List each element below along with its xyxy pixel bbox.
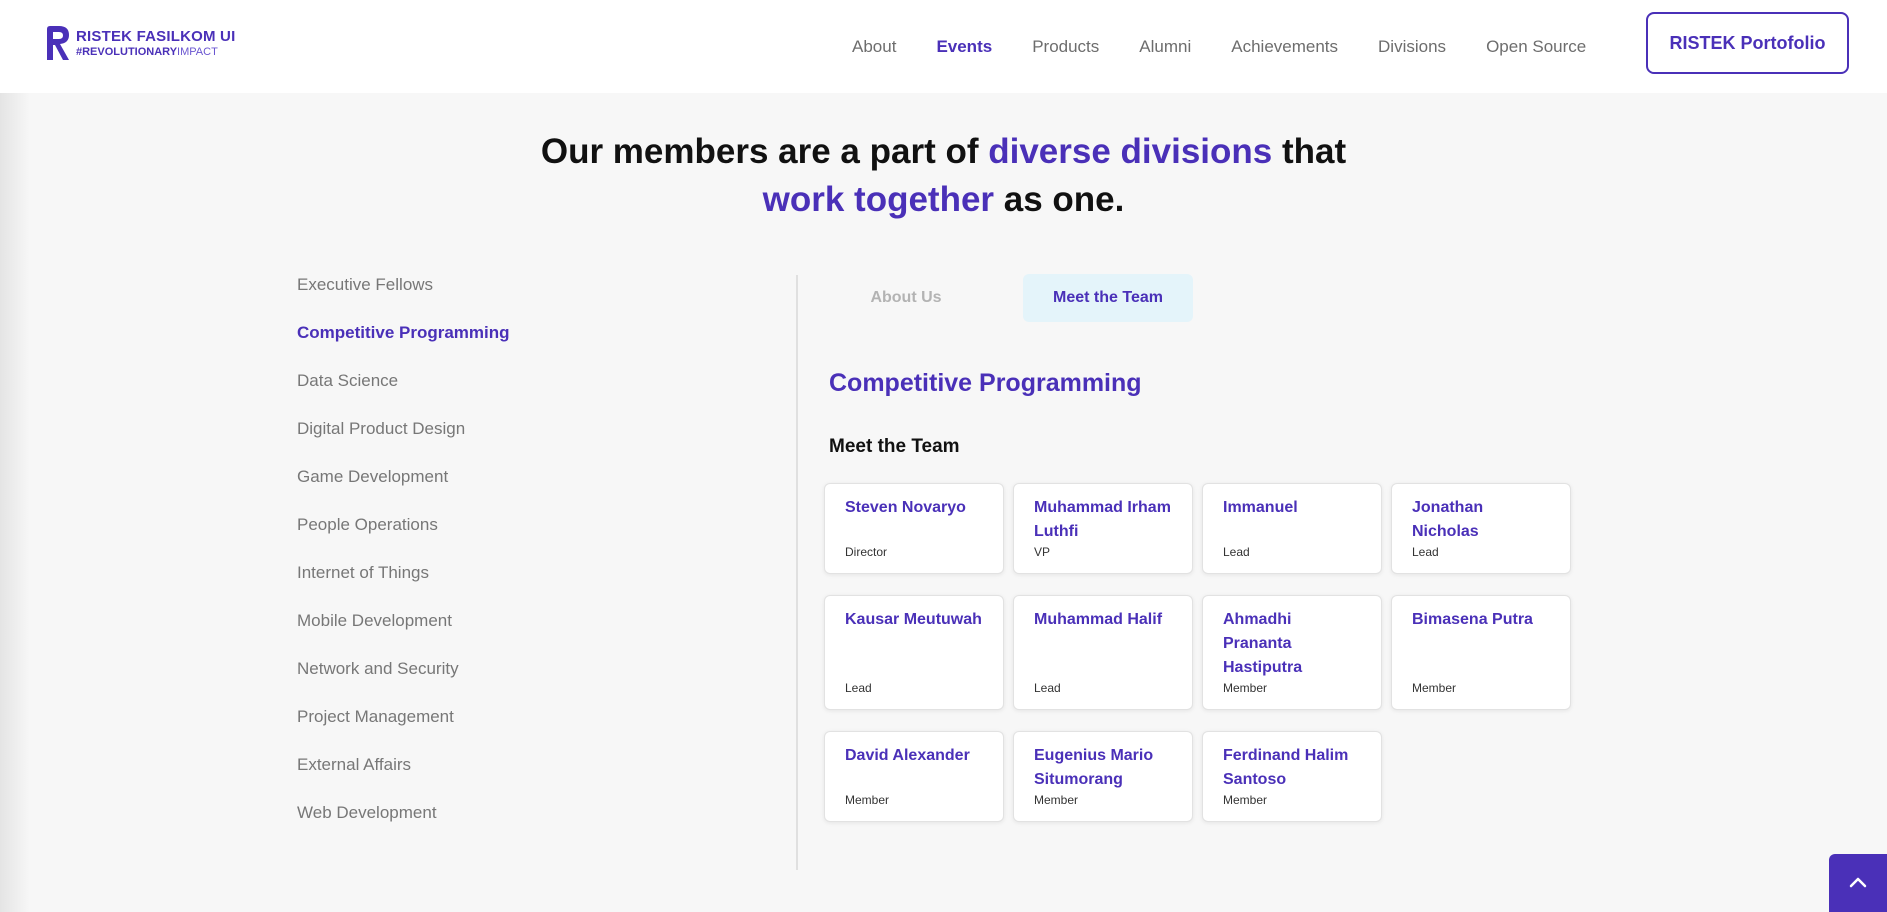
division-digital-product-design[interactable]: Digital Product Design xyxy=(297,414,777,462)
division-web-development[interactable]: Web Development xyxy=(297,798,777,846)
division-internet-of-things[interactable]: Internet of Things xyxy=(297,558,777,606)
tab-about-us[interactable]: About Us xyxy=(830,274,982,322)
member-role: Member xyxy=(1412,681,1457,695)
site-header: RISTEK FASILKOM UI #REVOLUTIONARYIMPACT … xyxy=(0,0,1887,93)
team-member-card: Kausar Meutuwah Lead xyxy=(824,595,1004,710)
scroll-to-top-button[interactable] xyxy=(1829,854,1887,912)
member-name: Jonathan Nicholas xyxy=(1412,499,1484,540)
division-external-affairs[interactable]: External Affairs xyxy=(297,750,777,798)
member-role: Member xyxy=(1223,681,1268,695)
member-role: Member xyxy=(845,793,890,807)
division-executive-fellows[interactable]: Executive Fellows xyxy=(297,270,777,318)
member-name: Muhammad Halif xyxy=(1034,611,1163,628)
member-name: Ahmadhi Prananta Hastiputra xyxy=(1223,611,1303,676)
member-name: Immanuel xyxy=(1223,499,1298,516)
team-subtitle: Meet the Team xyxy=(829,436,960,457)
member-role: Member xyxy=(1034,793,1079,807)
team-member-card: Muhammad Irham Luthfi VP xyxy=(1013,483,1193,574)
team-member-card: Ferdinand Halim Santoso Member xyxy=(1202,731,1382,822)
column-divider xyxy=(796,275,798,870)
nav-alumni[interactable]: Alumni xyxy=(1139,37,1191,57)
team-member-card: Immanuel Lead xyxy=(1202,483,1382,574)
brand-logo[interactable]: RISTEK FASILKOM UI #REVOLUTIONARYIMPACT xyxy=(44,24,235,62)
nav-open-source[interactable]: Open Source xyxy=(1486,37,1586,57)
member-role: Member xyxy=(1223,793,1268,807)
member-role: Director xyxy=(845,545,888,559)
member-name: Eugenius Mario Situmorang xyxy=(1034,747,1154,788)
team-member-card: David Alexander Member xyxy=(824,731,1004,822)
brand-title: RISTEK FASILKOM UI xyxy=(76,27,236,45)
member-role: Lead xyxy=(1223,545,1250,559)
nav-events[interactable]: Events xyxy=(936,37,992,57)
division-project-management[interactable]: Project Management xyxy=(297,702,777,750)
division-title: Competitive Programming xyxy=(829,369,1142,397)
member-name: Steven Novaryo xyxy=(845,499,966,516)
division-mobile-development[interactable]: Mobile Development xyxy=(297,606,777,654)
team-member-card: Ahmadhi Prananta Hastiputra Member xyxy=(1202,595,1382,710)
divisions-list: Executive Fellows Competitive Programmin… xyxy=(297,270,777,846)
team-member-card: Muhammad Halif Lead xyxy=(1013,595,1193,710)
nav-achievements[interactable]: Achievements xyxy=(1231,37,1338,57)
member-role: Lead xyxy=(845,681,872,695)
tab-meet-the-team[interactable]: Meet the Team xyxy=(1023,274,1193,322)
member-name: David Alexander xyxy=(845,747,970,764)
division-people-operations[interactable]: People Operations xyxy=(297,510,777,558)
member-role: Lead xyxy=(1412,545,1439,559)
member-name: Ferdinand Halim Santoso xyxy=(1223,747,1349,788)
page-headline: Our members are a part of diverse divisi… xyxy=(540,132,1347,219)
team-member-card: Steven Novaryo Director xyxy=(824,483,1004,574)
nav-divisions[interactable]: Divisions xyxy=(1378,37,1446,57)
chevron-up-icon xyxy=(1849,877,1867,888)
member-name: Muhammad Irham Luthfi xyxy=(1034,499,1171,540)
team-member-card: Jonathan Nicholas Lead xyxy=(1391,483,1571,574)
division-competitive-programming[interactable]: Competitive Programming xyxy=(297,318,777,366)
member-role: VP xyxy=(1034,545,1051,559)
ristek-r-logo-icon xyxy=(47,26,69,60)
division-network-and-security[interactable]: Network and Security xyxy=(297,654,777,702)
division-game-development[interactable]: Game Development xyxy=(297,462,777,510)
team-member-card: Bimasena Putra Member xyxy=(1391,595,1571,710)
nav-about[interactable]: About xyxy=(852,37,896,57)
division-data-science[interactable]: Data Science xyxy=(297,366,777,414)
left-edge-shadow xyxy=(0,0,30,912)
team-member-card: Eugenius Mario Situmorang Member xyxy=(1013,731,1193,822)
member-name: Bimasena Putra xyxy=(1412,611,1533,628)
ristek-portfolio-button[interactable]: RISTEK Portofolio xyxy=(1646,12,1849,74)
nav-products[interactable]: Products xyxy=(1032,37,1099,57)
main-nav: About Events Products Alumni Achievement… xyxy=(852,0,1626,93)
member-name: Kausar Meutuwah xyxy=(845,611,982,628)
brand-tagline: #REVOLUTIONARYIMPACT xyxy=(76,45,218,58)
member-role: Lead xyxy=(1034,681,1061,695)
